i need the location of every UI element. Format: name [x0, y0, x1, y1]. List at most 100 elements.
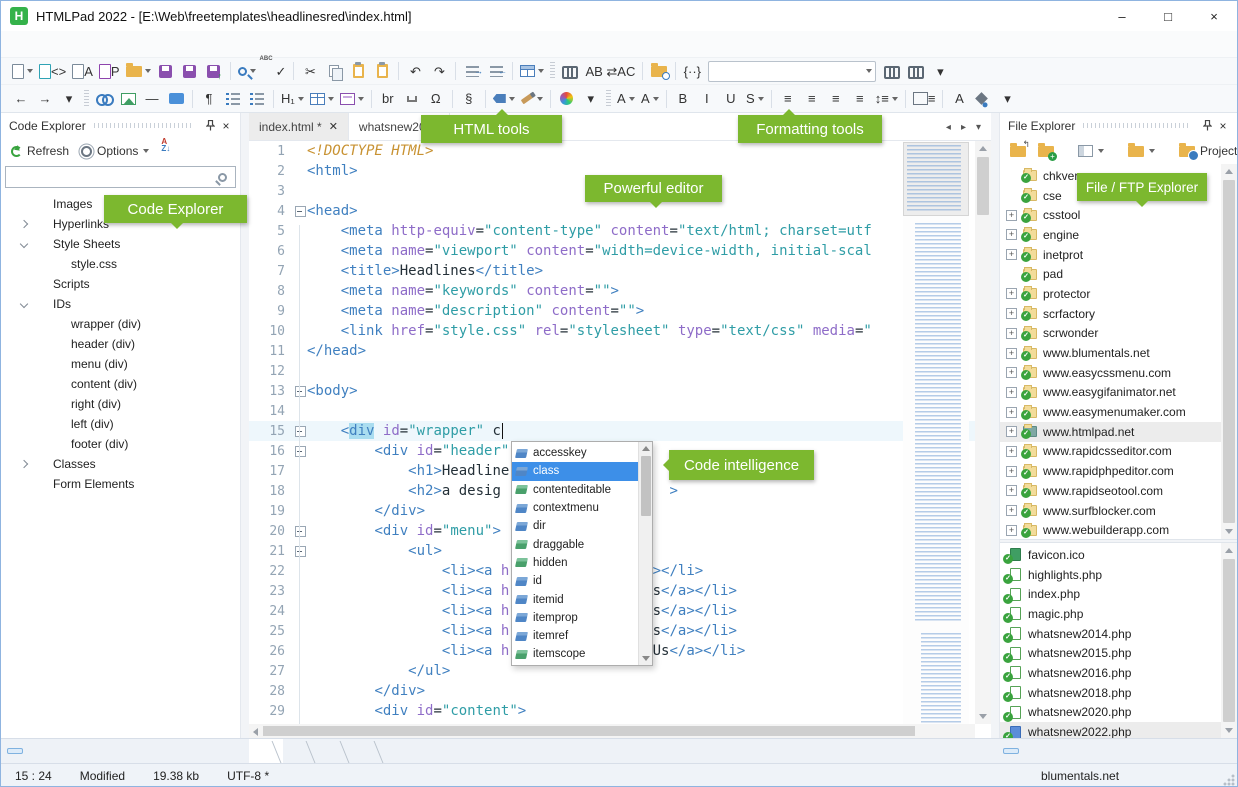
code-line[interactable]: 10 <link href="style.css" rel="styleshee… — [249, 321, 975, 341]
code-line[interactable]: 9 <meta name="description" content=""> — [249, 301, 975, 321]
folder-item[interactable]: + scrfactory — [1000, 304, 1237, 324]
tree-item-classes[interactable]: Classes — [1, 454, 240, 474]
menu-item[interactable] — [125, 40, 147, 48]
file-item[interactable]: whatsnew2020.php — [1000, 703, 1237, 723]
insert-script-button[interactable]: § — [457, 87, 481, 111]
find-previous-button[interactable] — [880, 59, 904, 83]
folder-item[interactable]: + www.webuilderapp.com — [1000, 520, 1237, 539]
code-line[interactable]: 12 — [249, 361, 975, 381]
tree-item-right[interactable]: right (div) — [1, 394, 240, 414]
maximize-button[interactable]: □ — [1145, 1, 1191, 31]
tree-item-header[interactable]: header (div) — [1, 334, 240, 354]
toolbar-overflow-button[interactable]: ▾ — [57, 87, 81, 111]
underline-button[interactable]: U — [719, 87, 743, 111]
code-line[interactable]: 29 <div id="content"> — [249, 701, 975, 721]
scrollbar-thumb[interactable] — [977, 157, 989, 215]
file-item[interactable]: magic.php — [1000, 604, 1237, 624]
folder-item[interactable]: + www.blumentals.net — [1000, 343, 1237, 363]
file-item[interactable]: index.php — [1000, 584, 1237, 604]
autocomplete-item[interactable]: itemid — [512, 590, 638, 608]
menu-item[interactable] — [301, 40, 323, 48]
folder-item[interactable]: + engine — [1000, 225, 1237, 245]
autocomplete-item[interactable]: dir — [512, 517, 638, 535]
unordered-list-button[interactable] — [221, 87, 245, 111]
folder-item[interactable]: + scrwonder — [1000, 324, 1237, 344]
insert-comment-button[interactable] — [164, 87, 188, 111]
font-color-button[interactable]: A — [947, 87, 971, 111]
scroll-up-icon[interactable] — [642, 446, 650, 451]
folder-item[interactable]: + www.htmlpad.net — [1000, 422, 1237, 442]
expander-chevron-icon[interactable] — [17, 461, 31, 467]
menu-item[interactable] — [257, 40, 279, 48]
expand-plus-icon[interactable]: + — [1006, 210, 1017, 221]
code-line[interactable]: 7 <title>Headlines</title> — [249, 261, 975, 281]
paragraph-box-button[interactable]: ≡ — [910, 87, 939, 111]
line-spacing-button[interactable]: ↕≡ — [872, 87, 901, 111]
code-snippet-button[interactable]: {··} — [680, 59, 704, 83]
file-item[interactable]: favicon.ico — [1000, 545, 1237, 565]
menu-item[interactable] — [345, 40, 367, 48]
paste-button[interactable] — [346, 59, 370, 83]
editor-horizontal-scrollbar[interactable] — [249, 724, 975, 738]
scroll-down-icon[interactable] — [1225, 728, 1233, 733]
search-combobox[interactable] — [708, 61, 876, 82]
align-center-button[interactable]: ≡ — [800, 87, 824, 111]
layout-panels-button[interactable] — [517, 59, 547, 83]
scrollbar-thumb[interactable] — [641, 456, 651, 516]
highlight-color-button[interactable] — [971, 87, 995, 111]
search-input[interactable] — [6, 167, 218, 187]
pin-icon[interactable] — [1199, 118, 1215, 134]
replace-button[interactable]: AB ⇄AC — [582, 59, 638, 83]
tab-list-icon[interactable]: ▾ — [976, 122, 981, 133]
menu-item[interactable] — [235, 40, 257, 48]
mode-tab-html[interactable] — [7, 748, 23, 754]
navigate-forward-button[interactable]: → — [33, 87, 57, 111]
expand-plus-icon[interactable]: + — [1006, 249, 1017, 260]
expander-chevron-icon[interactable] — [17, 221, 31, 227]
autocomplete-item[interactable]: class — [512, 462, 638, 480]
menu-item[interactable] — [147, 40, 169, 48]
expander-chevron-icon[interactable] — [17, 241, 31, 247]
tree-item-wrapper[interactable]: wrapper (div) — [1, 314, 240, 334]
folders-button[interactable] — [1124, 144, 1159, 159]
tree-item-ids[interactable]: IDs — [1, 294, 240, 314]
code-line[interactable]: 6 <meta name="viewport" content="width=d… — [249, 241, 975, 261]
right-splitter[interactable] — [991, 113, 999, 738]
autocomplete-item[interactable]: contextmenu — [512, 499, 638, 517]
scrollbar-thumb[interactable] — [1223, 559, 1235, 722]
file-item[interactable]: whatsnew2016.php — [1000, 663, 1237, 683]
insert-table-button[interactable] — [307, 87, 337, 111]
refresh-button[interactable]: Refresh — [7, 142, 73, 160]
projects-button[interactable]: Projects — [1175, 142, 1238, 160]
folder-item[interactable]: + www.rapidcsseditor.com — [1000, 442, 1237, 462]
insert-hr-button[interactable]: — — [140, 87, 164, 111]
mode-tab-javascript[interactable] — [43, 748, 59, 754]
close-button[interactable]: × — [1191, 1, 1237, 31]
code-line[interactable]: 15 <div id="wrapper" c — [249, 421, 975, 441]
menu-item[interactable] — [37, 40, 59, 48]
expand-plus-icon[interactable]: + — [1006, 426, 1017, 437]
doc-tab-h-split[interactable] — [317, 739, 351, 763]
tree-item-menu[interactable]: menu (div) — [1, 354, 240, 374]
toolbar-overflow-button[interactable]: ▾ — [928, 59, 952, 83]
code-line[interactable]: 11</head> — [249, 341, 975, 361]
menu-item[interactable] — [323, 40, 345, 48]
italic-button[interactable]: I — [695, 87, 719, 111]
expand-plus-icon[interactable]: + — [1006, 328, 1017, 339]
folder-item[interactable]: + www.rapidseotool.com — [1000, 481, 1237, 501]
menu-item[interactable] — [367, 40, 389, 48]
align-right-button[interactable]: ≡ — [824, 87, 848, 111]
expand-plus-icon[interactable]: + — [1006, 505, 1017, 516]
code-line[interactable]: 13<body> — [249, 381, 975, 401]
bold-button[interactable]: B — [671, 87, 695, 111]
insert-image-button[interactable] — [116, 87, 140, 111]
mode-tab-css[interactable] — [25, 748, 41, 754]
folder-item[interactable]: + protector — [1000, 284, 1237, 304]
toolbar-overflow-button[interactable]: ▾ — [995, 87, 1019, 111]
close-tab-icon[interactable]: ✕ — [329, 120, 338, 133]
strikethrough-button[interactable]: S — [743, 87, 767, 111]
expand-plus-icon[interactable]: + — [1006, 348, 1017, 359]
line-break-button[interactable]: br — [376, 87, 400, 111]
folder-item[interactable]: + csstool — [1000, 205, 1237, 225]
cut-button[interactable]: ✂ — [298, 59, 322, 83]
